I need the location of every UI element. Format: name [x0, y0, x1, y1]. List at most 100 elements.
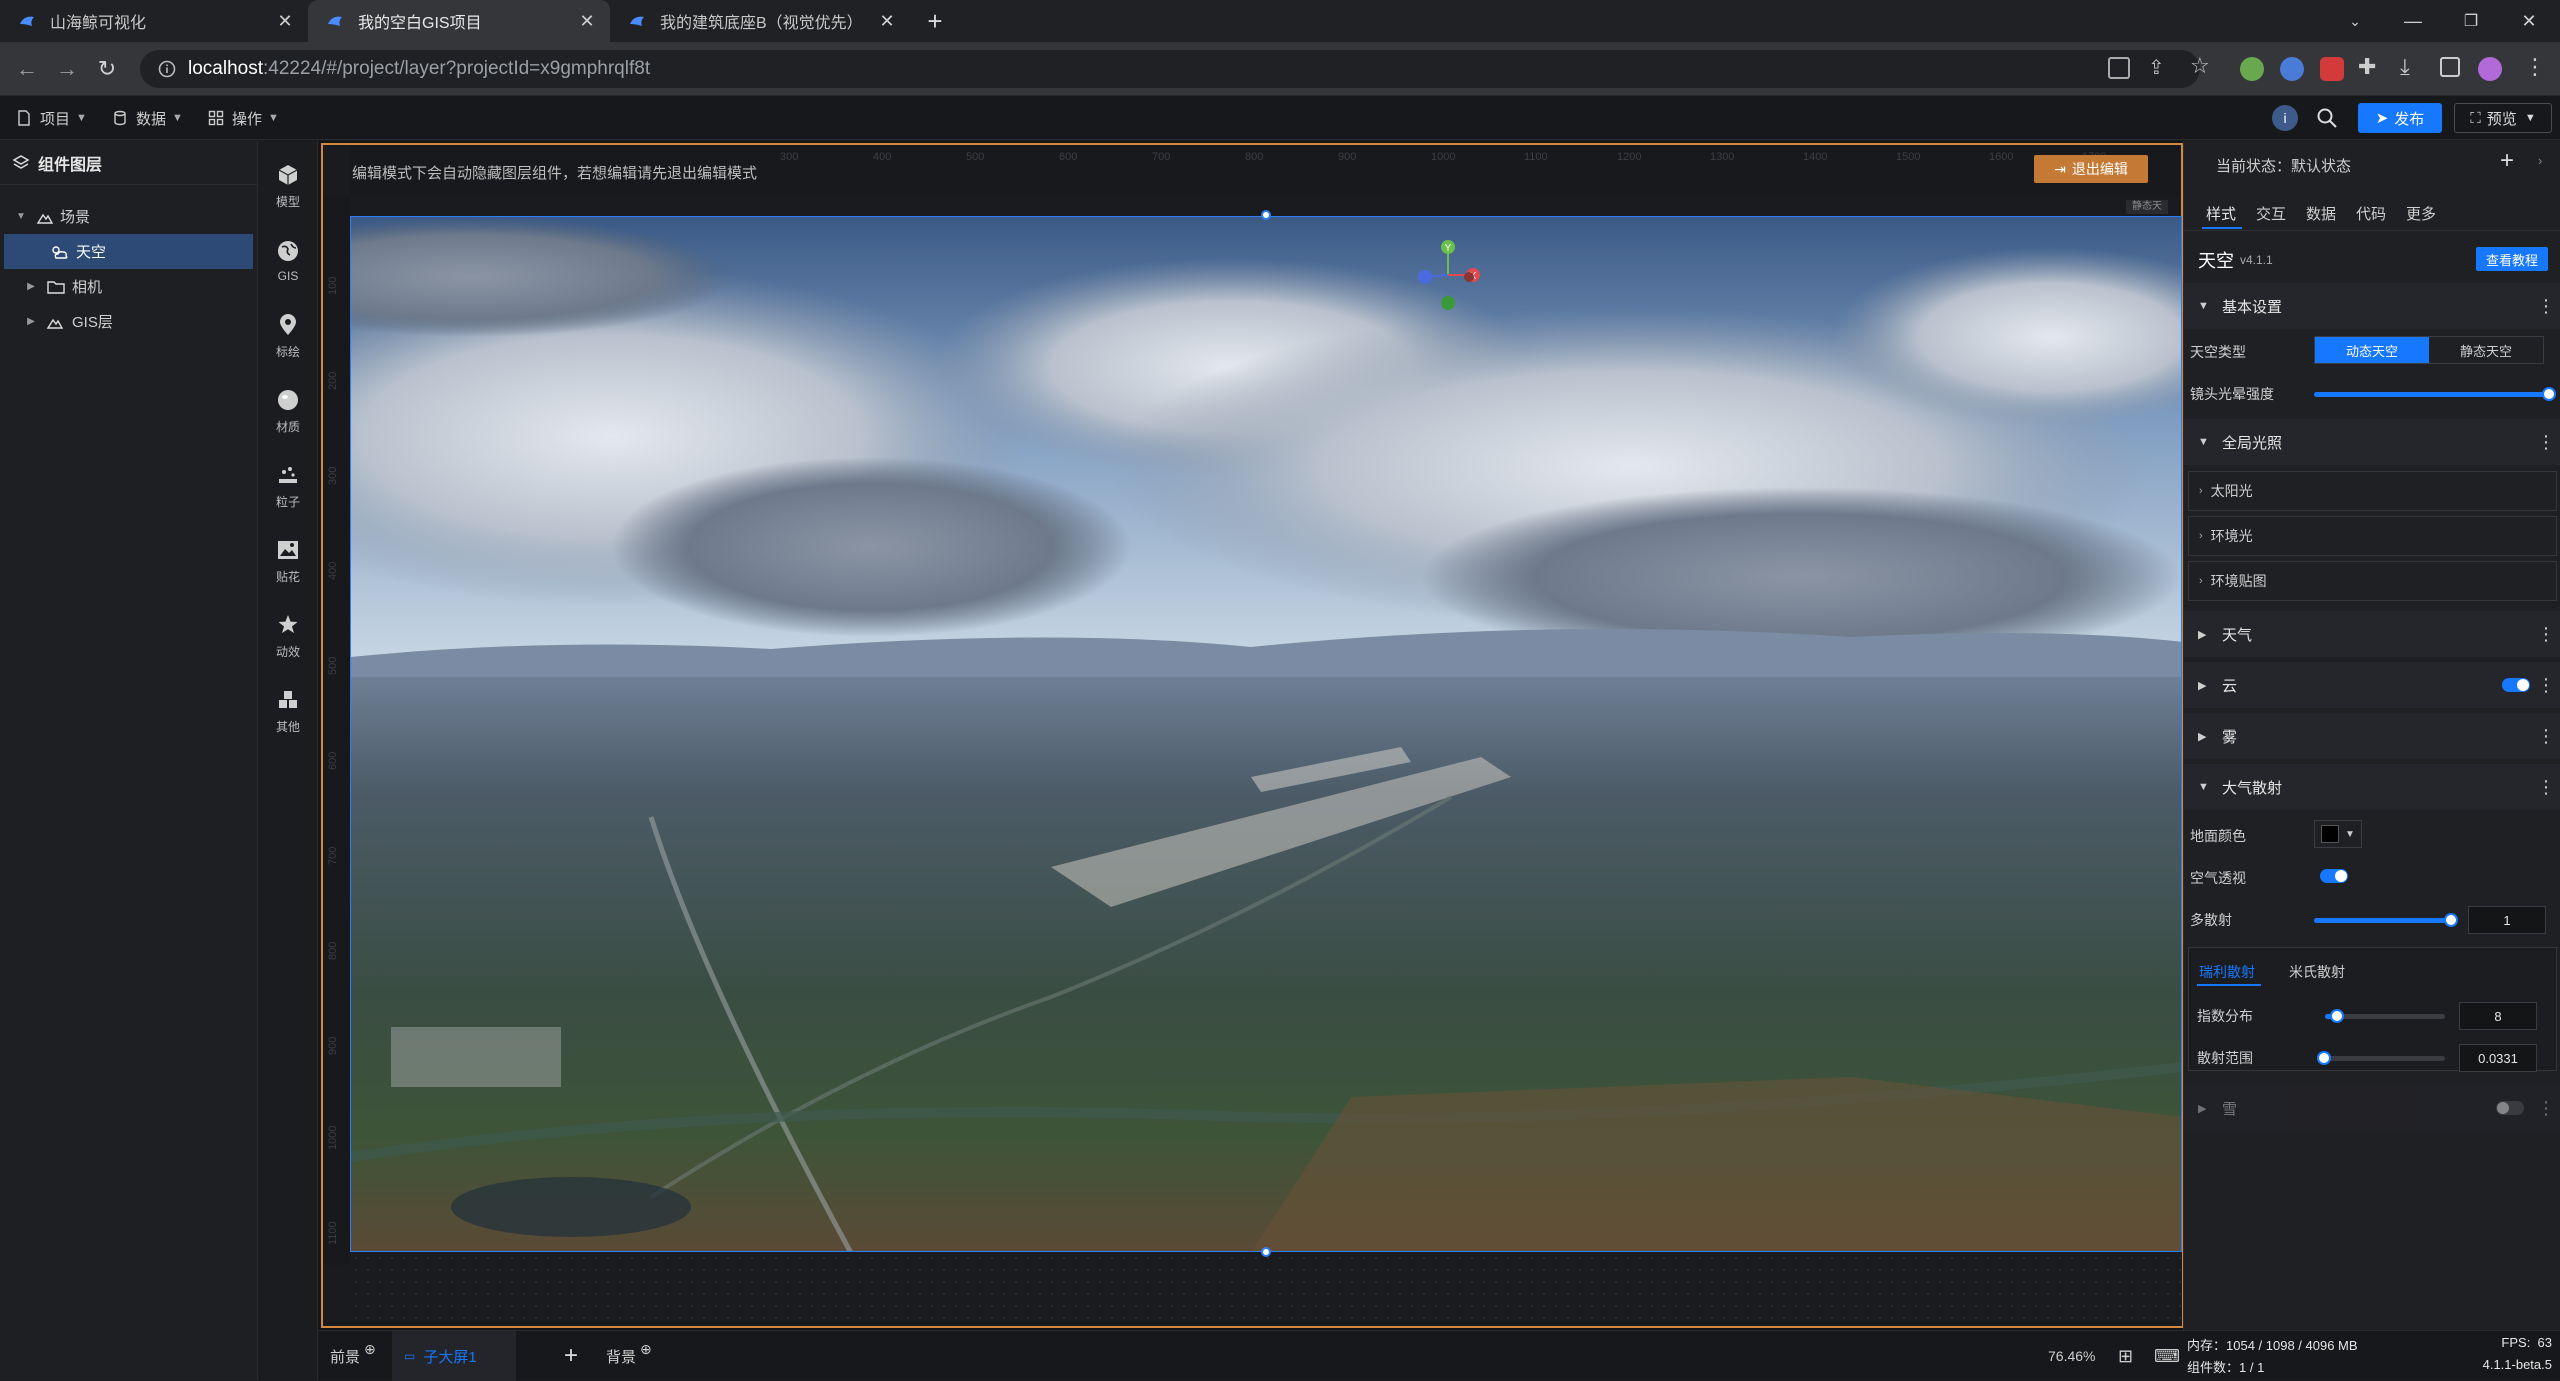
- foreground-layer-button[interactable]: 前景 ⊕: [330, 1331, 376, 1381]
- sky-type-static[interactable]: 静态天空: [2429, 337, 2543, 363]
- close-tab-icon[interactable]: ✕: [878, 12, 896, 30]
- extension-icon[interactable]: [2280, 57, 2304, 81]
- lens-flare-slider[interactable]: [2314, 387, 2556, 401]
- keyboard-icon[interactable]: ⌨: [2154, 1331, 2180, 1381]
- profile-avatar-icon[interactable]: [2478, 57, 2502, 81]
- subsection-sunlight[interactable]: › 太阳光: [2188, 471, 2557, 511]
- palette-model[interactable]: 模型: [258, 151, 318, 221]
- axis-gizmo-icon[interactable]: Y X: [1411, 235, 1491, 315]
- slider-thumb[interactable]: [2444, 913, 2459, 927]
- resize-handle-bottom[interactable]: [1261, 1247, 1271, 1257]
- snow-toggle[interactable]: [2496, 1101, 2524, 1115]
- cloud-toggle[interactable]: [2502, 678, 2530, 692]
- tab-data[interactable]: 数据: [2306, 203, 2336, 224]
- chevron-right-icon[interactable]: ›: [2538, 153, 2542, 168]
- tree-item-gis[interactable]: ▶ GIS层: [0, 304, 257, 339]
- menu-dots-icon[interactable]: ⋮: [2524, 54, 2546, 80]
- tree-item-scene[interactable]: ▼ 场景: [0, 199, 257, 234]
- side-panel-icon[interactable]: [2440, 57, 2460, 77]
- tree-item-camera[interactable]: ▶ 相机: [0, 269, 257, 304]
- sky-type-dynamic[interactable]: 动态天空: [2315, 337, 2429, 363]
- section-basic[interactable]: ▼ 基本设置 ⋮: [2184, 283, 2560, 329]
- ground-color-picker[interactable]: ▼: [2314, 820, 2362, 848]
- browser-tab[interactable]: 我的建筑底座B（视觉优先） ✕: [610, 0, 910, 42]
- add-state-icon[interactable]: +: [2500, 147, 2514, 175]
- tab-style[interactable]: 样式: [2206, 203, 2236, 224]
- palette-other[interactable]: 其他: [258, 676, 318, 746]
- slider-thumb[interactable]: [2317, 1051, 2331, 1065]
- share-icon[interactable]: ⇪: [2148, 55, 2165, 80]
- caret-down-icon[interactable]: ▼: [14, 211, 28, 222]
- air-perspective-toggle[interactable]: [2320, 869, 2348, 883]
- tree-item-sky[interactable]: 天空: [4, 234, 253, 269]
- section-atmosphere[interactable]: ▼ 大气散射 ⋮: [2184, 764, 2560, 810]
- translate-icon[interactable]: [2108, 57, 2130, 79]
- extension-icon[interactable]: [2240, 57, 2264, 81]
- menu-operation[interactable]: 操作 ▼: [208, 96, 279, 140]
- slider-thumb[interactable]: [2542, 387, 2556, 401]
- tab-more[interactable]: 更多: [2406, 203, 2436, 224]
- url-input[interactable]: localhost:42224/#/project/layer?projectI…: [140, 50, 2200, 88]
- add-circle-icon[interactable]: ⊕: [364, 1341, 376, 1358]
- zoom-level[interactable]: 76.46%: [2048, 1331, 2095, 1381]
- back-icon[interactable]: ←: [12, 54, 42, 84]
- tab-code[interactable]: 代码: [2356, 203, 2386, 224]
- puzzle-icon[interactable]: ✚: [2358, 54, 2376, 80]
- reload-icon[interactable]: ↻: [92, 54, 122, 84]
- current-state[interactable]: 当前状态：默认状态: [2216, 155, 2351, 176]
- subsection-env-map[interactable]: › 环境贴图: [2188, 561, 2557, 601]
- user-avatar[interactable]: i: [2272, 105, 2298, 131]
- slider-thumb[interactable]: [2330, 1009, 2344, 1023]
- search-icon[interactable]: [2316, 107, 2338, 129]
- palette-effect[interactable]: 动效: [258, 601, 318, 671]
- caret-right-icon[interactable]: ▶: [24, 281, 38, 292]
- menu-project[interactable]: 项目 ▼: [16, 96, 87, 140]
- tab-search-icon[interactable]: ⌄: [2326, 0, 2384, 42]
- scatter-range-slider[interactable]: [2317, 1051, 2445, 1065]
- more-options-icon[interactable]: ⋮: [2537, 623, 2555, 645]
- add-circle-icon[interactable]: ⊕: [640, 1341, 652, 1358]
- publish-button[interactable]: ➤ 发布: [2358, 103, 2442, 133]
- multi-scatter-slider[interactable]: [2314, 913, 2459, 927]
- extension-icon[interactable]: [2320, 57, 2344, 81]
- scatter-range-input[interactable]: 0.0331: [2459, 1044, 2537, 1072]
- more-options-icon[interactable]: ⋮: [2537, 431, 2555, 453]
- preview-button[interactable]: ⛶ 预览 ▼: [2454, 103, 2552, 133]
- restore-icon[interactable]: ❐: [2442, 0, 2500, 42]
- more-options-icon[interactable]: ⋮: [2537, 674, 2555, 696]
- more-options-icon[interactable]: ⋮: [2537, 725, 2555, 747]
- minimize-icon[interactable]: —: [2384, 0, 2442, 42]
- section-weather[interactable]: ▶ 天气 ⋮: [2184, 611, 2560, 657]
- subsection-ambient[interactable]: › 环境光: [2188, 516, 2557, 556]
- palette-plot[interactable]: 标绘: [258, 301, 318, 371]
- close-tab-icon[interactable]: ✕: [276, 12, 294, 30]
- download-icon[interactable]: ⤓: [2400, 54, 2410, 80]
- more-options-icon[interactable]: ⋮: [2537, 1097, 2555, 1119]
- exponent-slider[interactable]: [2325, 1009, 2445, 1023]
- view-tutorial-button[interactable]: 查看教程: [2476, 247, 2548, 271]
- gis-scene-viewport[interactable]: Y X: [350, 216, 2182, 1252]
- resize-handle-top[interactable]: [1261, 210, 1271, 220]
- add-screen-icon[interactable]: +: [564, 1331, 578, 1381]
- more-options-icon[interactable]: ⋮: [2537, 295, 2555, 317]
- bookmark-star-icon[interactable]: ☆: [2190, 53, 2210, 79]
- palette-particle[interactable]: 粒子: [258, 451, 318, 521]
- section-snow[interactable]: ▶ 雪 ⋮: [2184, 1085, 2560, 1131]
- exponent-input[interactable]: 8: [2459, 1002, 2537, 1030]
- background-layer-button[interactable]: 背景 ⊕: [606, 1331, 652, 1381]
- more-options-icon[interactable]: ⋮: [2537, 776, 2555, 798]
- screen-tab-active[interactable]: ▭ 子大屏1: [392, 1331, 516, 1381]
- palette-material[interactable]: 材质: [258, 376, 318, 446]
- menu-data[interactable]: 数据 ▼: [112, 96, 183, 140]
- tab-rayleigh[interactable]: 瑞利散射: [2199, 962, 2255, 982]
- section-global-light[interactable]: ▼ 全局光照 ⋮: [2184, 419, 2560, 465]
- window-close-icon[interactable]: ✕: [2500, 0, 2558, 42]
- palette-decal[interactable]: 贴花: [258, 526, 318, 596]
- section-cloud[interactable]: ▶ 云 ⋮: [2184, 662, 2560, 708]
- forward-icon[interactable]: →: [52, 54, 82, 84]
- browser-tab-active[interactable]: 我的空白GIS项目 ✕: [308, 0, 610, 42]
- new-tab-icon[interactable]: +: [922, 8, 948, 34]
- fit-screen-icon[interactable]: ⊞: [2118, 1331, 2133, 1381]
- close-tab-icon[interactable]: ✕: [578, 12, 596, 30]
- tab-interaction[interactable]: 交互: [2256, 203, 2286, 224]
